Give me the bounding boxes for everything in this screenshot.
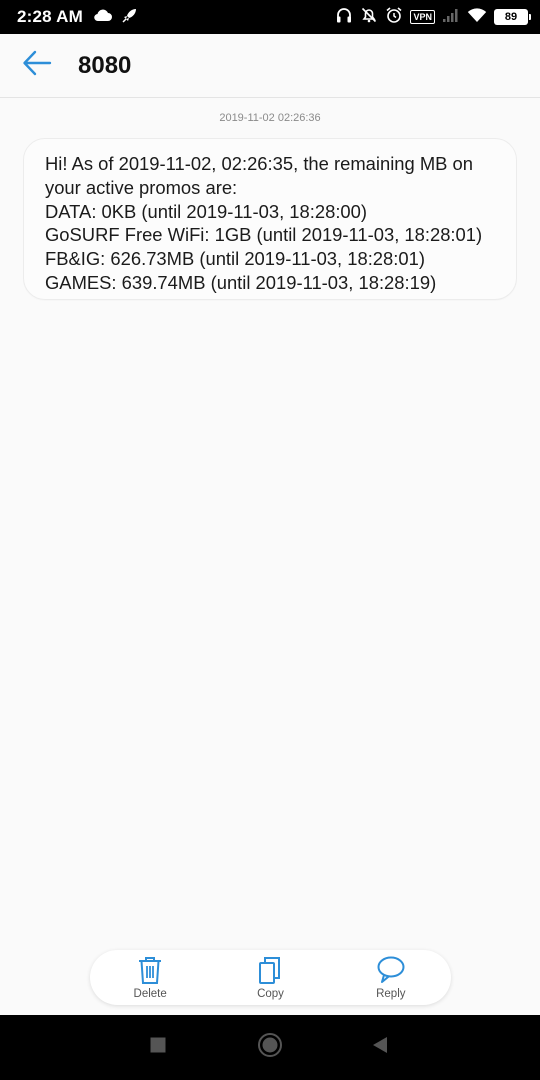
alarm-icon <box>385 6 403 29</box>
message-line: GAMES: 639.74MB (until 2019-11-03, 18:28… <box>45 271 437 293</box>
copy-button[interactable]: Copy <box>210 950 330 1005</box>
copy-icon <box>257 955 283 985</box>
nav-back-button[interactable] <box>350 1015 410 1080</box>
message-line: DATA: 0KB (until 2019-11-03, 18:28:00) <box>45 200 368 222</box>
status-left-icons <box>93 6 139 29</box>
mute-bell-icon <box>360 6 378 29</box>
message-line: FB&IG: 626.73MB (until 2019-11-03, 18:28… <box>45 248 425 270</box>
contact-title: 8080 <box>78 51 132 79</box>
message-timestamp: 2019-11-02 02:26:36 <box>219 112 321 124</box>
message-line: Hi! As of 2019-11-02, 02:26:35, the rema… <box>45 153 474 174</box>
message-action-bar: Delete Copy Reply <box>90 950 451 1005</box>
arrow-left-icon <box>22 50 52 81</box>
status-right-icons: VPN 89 <box>335 6 531 29</box>
chat-bubble-icon <box>376 955 406 985</box>
vpn-icon: VPN <box>410 10 435 24</box>
home-button[interactable] <box>240 1015 300 1080</box>
status-bar: 2:28 AM VPN 89 <box>0 0 540 34</box>
back-triangle-icon <box>372 1036 388 1059</box>
message-bubble[interactable]: Hi! As of 2019-11-02, 02:26:35, the rema… <box>23 138 517 300</box>
trash-icon <box>136 955 164 985</box>
message-line: your active promos are: <box>45 176 238 198</box>
reply-label: Reply <box>376 988 406 1000</box>
home-circle-icon <box>257 1032 283 1063</box>
wifi-icon <box>467 7 487 28</box>
recents-button[interactable] <box>128 1015 188 1080</box>
cloud-icon <box>93 8 113 27</box>
reply-button[interactable]: Reply <box>331 950 451 1005</box>
headphones-icon <box>335 6 353 29</box>
battery-icon: 89 <box>494 9 531 25</box>
back-button[interactable] <box>6 34 68 98</box>
signal-icon <box>442 7 460 28</box>
delete-button[interactable]: Delete <box>90 950 210 1005</box>
rocket-icon <box>121 6 139 29</box>
status-time: 2:28 AM <box>17 7 83 26</box>
copy-label: Copy <box>257 988 284 1000</box>
delete-label: Delete <box>133 988 167 1000</box>
conversation-header: 8080 <box>0 34 540 98</box>
recents-square-icon <box>150 1037 166 1058</box>
message-line: GoSURF Free WiFi: 1GB (until 2019-11-03,… <box>45 224 483 246</box>
navigation-bar <box>0 1015 540 1080</box>
